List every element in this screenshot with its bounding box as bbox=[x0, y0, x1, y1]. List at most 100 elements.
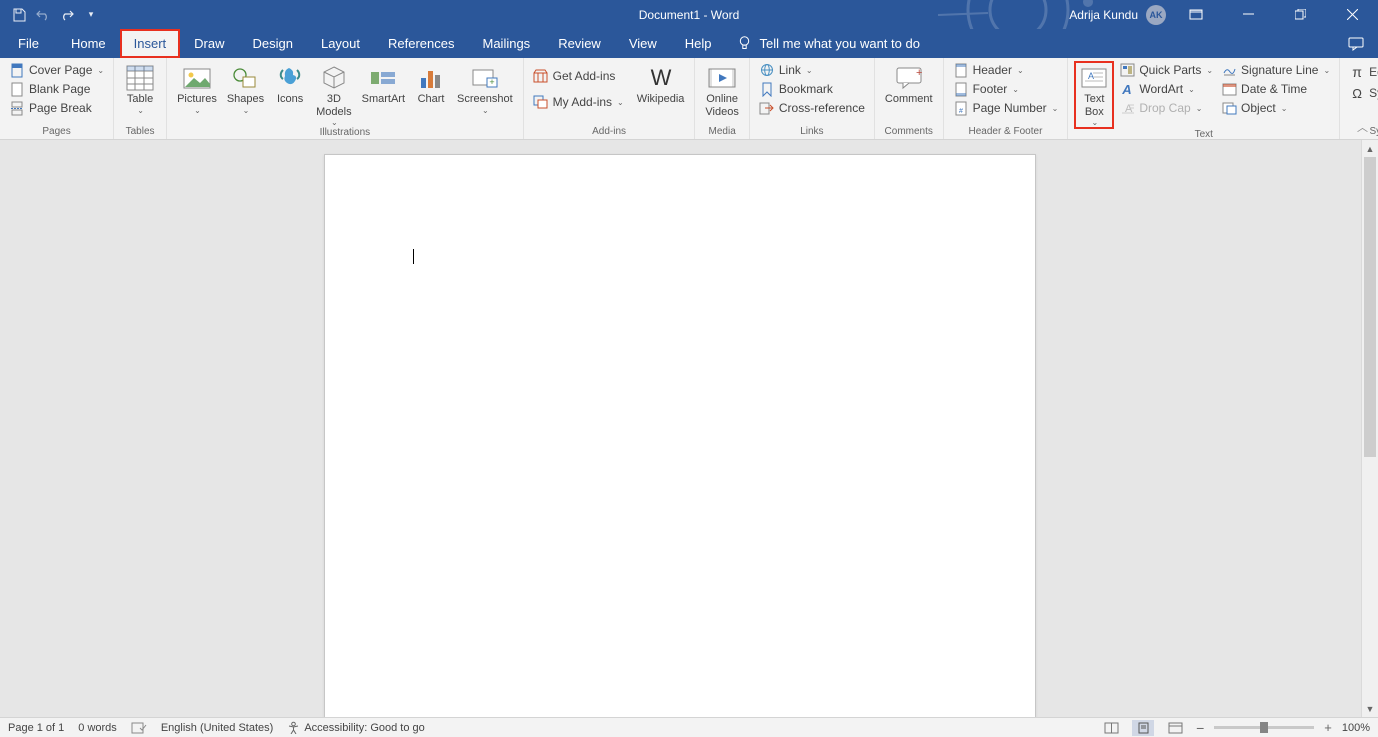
svg-text:A: A bbox=[1121, 82, 1131, 96]
chart-button[interactable]: Chart bbox=[411, 61, 451, 106]
smartart-button[interactable]: SmartArt bbox=[358, 61, 409, 106]
scroll-down-icon[interactable]: ▼ bbox=[1362, 700, 1378, 717]
quick-parts-button[interactable]: Quick Parts⌄ bbox=[1116, 61, 1216, 79]
signature-line-button[interactable]: Signature Line⌄ bbox=[1218, 61, 1333, 79]
pictures-button[interactable]: Pictures⌄ bbox=[173, 61, 221, 115]
document-page[interactable] bbox=[324, 154, 1036, 717]
object-button[interactable]: Object⌄ bbox=[1218, 99, 1333, 117]
date-time-icon bbox=[1221, 81, 1237, 97]
spellcheck-icon[interactable] bbox=[131, 721, 147, 734]
comment-button[interactable]: +Comment bbox=[881, 61, 937, 106]
bookmark-button[interactable]: Bookmark bbox=[756, 80, 868, 98]
tab-help[interactable]: Help bbox=[671, 29, 726, 58]
scroll-up-icon[interactable]: ▲ bbox=[1362, 140, 1378, 157]
user-avatar[interactable]: AK bbox=[1146, 5, 1166, 25]
tab-view[interactable]: View bbox=[615, 29, 671, 58]
status-bar: Page 1 of 1 0 words English (United Stat… bbox=[0, 717, 1378, 737]
tab-draw[interactable]: Draw bbox=[180, 29, 238, 58]
undo-icon[interactable] bbox=[36, 8, 50, 22]
symbol-button[interactable]: ΩSymbol⌄ bbox=[1346, 84, 1378, 102]
icons-button[interactable]: Icons bbox=[270, 61, 310, 106]
tab-layout[interactable]: Layout bbox=[307, 29, 374, 58]
screenshot-button[interactable]: +Screenshot⌄ bbox=[453, 61, 517, 115]
group-label-headerfooter: Header & Footer bbox=[950, 126, 1062, 139]
signature-icon bbox=[1221, 62, 1237, 78]
ribbon-tabs: File Home Insert Draw Design Layout Refe… bbox=[0, 29, 1378, 58]
my-addins-button[interactable]: My Add-ins⌄ bbox=[530, 93, 627, 111]
comment-icon: + bbox=[893, 63, 925, 93]
cover-page-button[interactable]: Cover Page⌄ bbox=[6, 61, 107, 79]
drop-cap-icon: A bbox=[1119, 100, 1135, 116]
zoom-out-button[interactable]: − bbox=[1196, 720, 1204, 736]
status-accessibility[interactable]: Accessibility: Good to go bbox=[287, 721, 424, 734]
link-button[interactable]: Link⌄ bbox=[756, 61, 868, 79]
icons-icon bbox=[274, 63, 306, 93]
minimize-button[interactable] bbox=[1226, 0, 1270, 29]
qat-customize-icon[interactable]: ▾ bbox=[84, 8, 98, 22]
date-time-button[interactable]: Date & Time bbox=[1218, 80, 1333, 98]
svg-text:+: + bbox=[916, 67, 922, 79]
page-number-button[interactable]: #Page Number⌄ bbox=[950, 99, 1062, 117]
cube-icon bbox=[318, 63, 350, 93]
shapes-button[interactable]: Shapes⌄ bbox=[223, 61, 268, 115]
tab-insert[interactable]: Insert bbox=[120, 29, 181, 58]
accessibility-icon bbox=[287, 721, 300, 734]
3d-models-button[interactable]: 3D Models⌄ bbox=[312, 61, 355, 127]
group-label-media: Media bbox=[701, 126, 742, 139]
svg-text:W: W bbox=[650, 67, 671, 89]
shapes-icon bbox=[229, 63, 261, 93]
header-button[interactable]: Header⌄ bbox=[950, 61, 1062, 79]
footer-button[interactable]: Footer⌄ bbox=[950, 80, 1062, 98]
zoom-slider[interactable] bbox=[1214, 726, 1314, 729]
footer-icon bbox=[953, 81, 969, 97]
zoom-level[interactable]: 100% bbox=[1342, 722, 1370, 734]
table-button[interactable]: Table⌄ bbox=[120, 61, 160, 115]
page-number-icon: # bbox=[953, 100, 969, 116]
redo-icon[interactable] bbox=[60, 8, 74, 22]
status-language[interactable]: English (United States) bbox=[161, 722, 274, 734]
zoom-in-button[interactable]: + bbox=[1324, 720, 1332, 735]
comments-pane-icon[interactable] bbox=[1348, 37, 1364, 51]
group-header-footer: Header⌄ Footer⌄ #Page Number⌄ Header & F… bbox=[944, 58, 1069, 139]
maximize-button[interactable] bbox=[1278, 0, 1322, 29]
tab-file[interactable]: File bbox=[0, 29, 57, 58]
online-videos-button[interactable]: Online Videos bbox=[701, 61, 742, 118]
get-addins-button[interactable]: Get Add-ins bbox=[530, 67, 627, 85]
print-layout-icon[interactable] bbox=[1132, 720, 1154, 736]
status-page[interactable]: Page 1 of 1 bbox=[8, 722, 64, 734]
tab-design[interactable]: Design bbox=[239, 29, 307, 58]
text-cursor bbox=[413, 249, 414, 264]
pictures-icon bbox=[181, 63, 213, 93]
tell-me-search[interactable]: Tell me what you want to do bbox=[738, 29, 920, 58]
web-layout-icon[interactable] bbox=[1164, 720, 1186, 736]
save-icon[interactable] bbox=[12, 8, 26, 22]
wordart-button[interactable]: AWordArt⌄ bbox=[1116, 80, 1216, 98]
wikipedia-button[interactable]: WWikipedia bbox=[633, 61, 689, 106]
drop-cap-button[interactable]: ADrop Cap⌄ bbox=[1116, 99, 1216, 117]
cross-reference-button[interactable]: Cross-reference bbox=[756, 99, 868, 117]
status-words[interactable]: 0 words bbox=[78, 722, 117, 734]
blank-page-icon bbox=[9, 81, 25, 97]
tab-review[interactable]: Review bbox=[544, 29, 615, 58]
object-icon bbox=[1221, 100, 1237, 116]
tab-references[interactable]: References bbox=[374, 29, 468, 58]
tab-mailings[interactable]: Mailings bbox=[469, 29, 545, 58]
read-mode-icon[interactable] bbox=[1100, 720, 1122, 736]
screenshot-icon: + bbox=[469, 63, 501, 93]
ribbon-display-icon[interactable] bbox=[1174, 0, 1218, 29]
group-label-illustrations: Illustrations bbox=[173, 127, 517, 140]
page-break-button[interactable]: Page Break bbox=[6, 99, 107, 117]
collapse-ribbon-icon[interactable]: ︿ bbox=[1357, 119, 1368, 135]
bookmark-icon bbox=[759, 81, 775, 97]
close-button[interactable] bbox=[1330, 0, 1374, 29]
scroll-thumb[interactable] bbox=[1364, 157, 1376, 457]
blank-page-button[interactable]: Blank Page bbox=[6, 80, 107, 98]
addins-icon bbox=[533, 94, 549, 110]
vertical-scrollbar[interactable]: ▲ ▼ bbox=[1361, 140, 1378, 717]
equation-button[interactable]: πEquation⌄ bbox=[1346, 63, 1378, 81]
equation-icon: π bbox=[1349, 64, 1365, 80]
text-box-button[interactable]: AText Box⌄ bbox=[1074, 61, 1114, 129]
group-links: Link⌄ Bookmark Cross-reference Links bbox=[750, 58, 875, 139]
user-name[interactable]: Adrija Kundu bbox=[1069, 8, 1138, 22]
tab-home[interactable]: Home bbox=[57, 29, 120, 58]
